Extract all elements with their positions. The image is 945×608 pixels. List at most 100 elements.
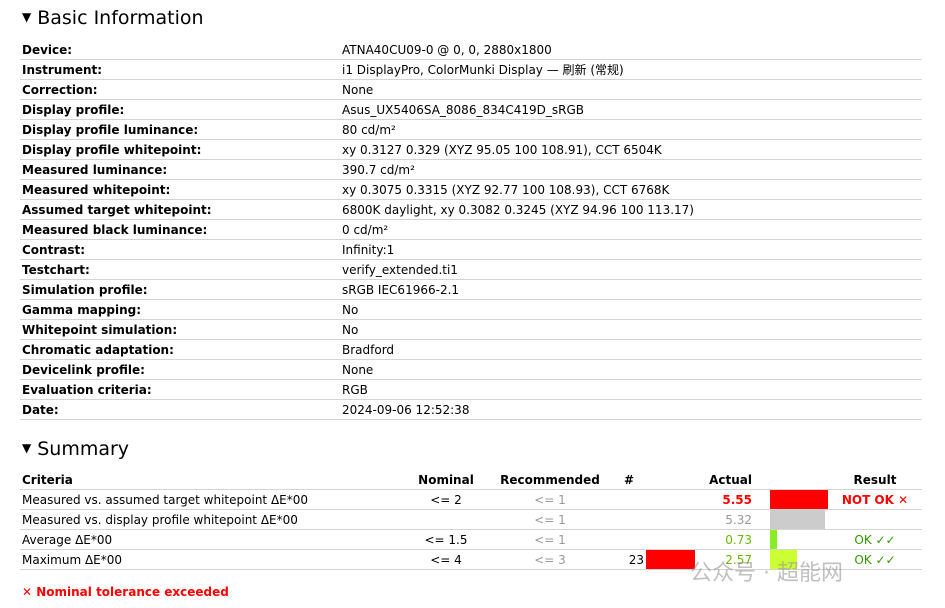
info-value: xy 0.3127 0.329 (XYZ 95.05 100 108.91), … [340,139,922,160]
info-value: 390.7 cd/m² [340,159,922,180]
nominal: <= 1.5 [404,529,488,550]
info-label: Display profile luminance: [20,119,340,140]
info-label: Testchart: [20,259,340,280]
info-value: 2024-09-06 12:52:38 [340,399,922,420]
criteria: Measured vs. assumed target whitepoint Δ… [20,489,404,510]
basic-info-heading[interactable]: ▼ Basic Information [22,7,204,29]
info-row: Chromatic adaptation: Bradford [20,339,922,360]
info-row: Devicelink profile: None [20,359,922,380]
basic-info-table: Device: ATNA40CU09-0 @ 0, 0, 2880x1800 Ins… [20,40,922,420]
criteria: Measured vs. display profile whitepoint … [20,509,404,530]
num [612,509,646,530]
info-label: Assumed target whitepoint: [20,199,340,220]
info-label: Instrument: [20,59,340,80]
info-value: 6800K daylight, xy 0.3082 0.3245 (XYZ 94… [340,199,922,220]
col-actual: Actual [700,470,754,490]
info-value: xy 0.3075 0.3315 (XYZ 92.77 100 108.93),… [340,179,922,200]
watermark: 公众号 · 超能网 [690,561,843,586]
collapse-triangle-icon: ▼ [22,441,32,455]
info-label: Simulation profile: [20,279,340,300]
info-row: Gamma mapping: No [20,299,922,320]
info-value: 80 cd/m² [340,119,922,140]
col-criteria: Criteria [20,470,404,490]
info-label: Measured luminance: [20,159,340,180]
nominal [404,509,488,530]
num-bar [646,550,695,569]
info-row: Testchart: verify_extended.ti1 [20,259,922,280]
info-row: Contrast: Infinity:1 [20,239,922,260]
summary-heading[interactable]: ▼ Summary [22,438,129,460]
info-value: None [340,79,922,100]
info-value: Infinity:1 [340,239,922,260]
col-bar [754,470,828,490]
num: 23 [612,549,646,570]
num [612,489,646,510]
info-row: Assumed target whitepoint: 6800K daylight… [20,199,922,220]
info-value: ATNA40CU09-0 @ 0, 0, 2880x1800 [340,40,922,60]
summary-row: Average ΔE*00 <= 1.5 <= 1 0.73 OK ✓✓ [20,529,922,550]
actual: 0.73 [700,529,754,550]
info-row: Device: ATNA40CU09-0 @ 0, 0, 2880x1800 [20,40,922,60]
actual-bar [770,510,825,529]
info-row: Measured luminance: 390.7 cd/m² [20,159,922,180]
info-label: Measured whitepoint: [20,179,340,200]
summary-row: Measured vs. display profile whitepoint … [20,509,922,530]
recommended: <= 1 [488,489,612,510]
info-row: Measured black luminance: 0 cd/m² [20,219,922,240]
collapse-triangle-icon: ▼ [22,10,32,24]
result: OK ✓✓ [828,529,922,550]
info-row: Correction: None [20,79,922,100]
info-value: No [340,319,922,340]
info-value: i1 DisplayPro, ColorMunki Display — 刷新 (… [340,59,922,80]
info-label: Display profile: [20,99,340,120]
num [612,529,646,550]
info-label: Gamma mapping: [20,299,340,320]
recommended: <= 3 [488,549,612,570]
info-label: Measured black luminance: [20,219,340,240]
info-label: Correction: [20,79,340,100]
info-row: Simulation profile: sRGB IEC61966-2.1 [20,279,922,300]
info-label: Display profile whitepoint: [20,139,340,160]
info-row: Evaluation criteria: RGB [20,379,922,400]
info-value: verify_extended.ti1 [340,259,922,280]
info-label: Evaluation criteria: [20,379,340,400]
nominal: <= 4 [404,549,488,570]
result [828,509,922,530]
actual: 5.55 [700,489,754,510]
info-label: Device: [20,40,340,60]
info-value: None [340,359,922,380]
info-label: Chromatic adaptation: [20,339,340,360]
actual-bar [770,530,777,549]
tolerance-footnote: ✕ Nominal tolerance exceeded [22,585,229,599]
info-row: Date: 2024-09-06 12:52:38 [20,399,922,420]
info-row: Instrument: i1 DisplayPro, ColorMunki Dis… [20,59,922,80]
info-row: Display profile: Asus_UX5406SA_8086_834C4… [20,99,922,120]
criteria: Maximum ΔE*00 [20,549,404,570]
info-value: Asus_UX5406SA_8086_834C419D_sRGB [340,99,922,120]
info-value: 0 cd/m² [340,219,922,240]
recommended: <= 1 [488,509,612,530]
info-row: Measured whitepoint: xy 0.3075 0.3315 (XY… [20,179,922,200]
summary-row: Measured vs. assumed target whitepoint Δ… [20,489,922,510]
col-num-bar [646,470,700,490]
info-label: Date: [20,399,340,420]
info-value: sRGB IEC61966-2.1 [340,279,922,300]
result: NOT OK ✕ [828,489,922,510]
nominal: <= 2 [404,489,488,510]
info-label: Devicelink profile: [20,359,340,380]
info-row: Display profile whitepoint: xy 0.3127 0.3… [20,139,922,160]
col-result: Result [828,470,922,490]
info-row: Whitepoint simulation: No [20,319,922,340]
recommended: <= 1 [488,529,612,550]
actual: 5.32 [700,509,754,530]
col-num: # [612,470,646,490]
info-value: Bradford [340,339,922,360]
info-label: Contrast: [20,239,340,260]
col-recommended: Recommended [488,470,612,490]
info-value: No [340,299,922,320]
criteria: Average ΔE*00 [20,529,404,550]
info-row: Display profile luminance: 80 cd/m² [20,119,922,140]
actual-bar [770,490,828,509]
info-value: RGB [340,379,922,400]
info-label: Whitepoint simulation: [20,319,340,340]
